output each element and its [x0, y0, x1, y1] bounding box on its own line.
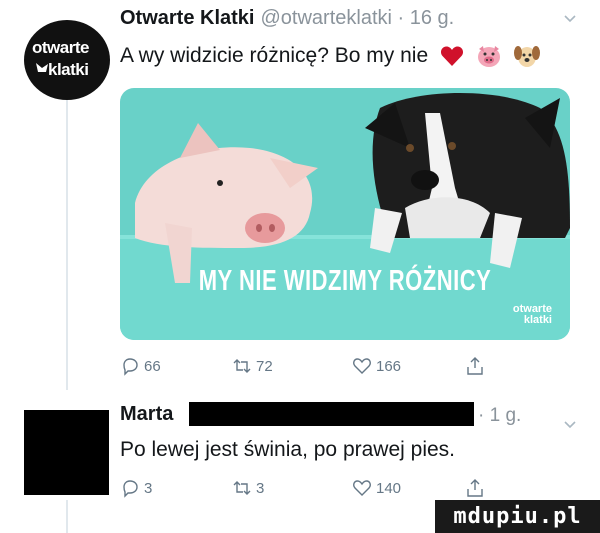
tweet-text-2: Po lewej jest świnia, po prawej pies.	[120, 438, 455, 461]
reply-count: 66	[144, 357, 161, 375]
media-logo: otwarte klatki	[513, 304, 552, 326]
media-illustration	[120, 93, 570, 340]
watermark: mdupiu.pl	[435, 500, 600, 533]
dog-face-emoji-icon	[513, 46, 540, 68]
reply-icon	[123, 480, 138, 498]
share-icon	[467, 357, 483, 375]
retweet-icon	[233, 359, 251, 373]
redacted-handle	[189, 402, 474, 426]
avatar-text-line2: klatki	[48, 60, 89, 79]
handle-time[interactable]: @otwarteklatki · 16 g.	[260, 7, 454, 29]
reply-button-2[interactable]: 3	[120, 478, 152, 498]
heart-emoji-icon	[440, 46, 463, 67]
author-name-2[interactable]: Marta	[120, 403, 173, 426]
like-button-2[interactable]: 140	[352, 478, 401, 498]
tweet-time-2[interactable]: · 1 g.	[478, 405, 521, 427]
retweet-count-2: 3	[256, 479, 265, 497]
like-button[interactable]: 166	[352, 356, 401, 376]
share-button-2[interactable]	[465, 478, 485, 498]
avatar-redacted[interactable]	[24, 410, 109, 495]
tweet-actions: 66 72 166	[120, 356, 520, 380]
chevron-down-icon[interactable]	[562, 10, 578, 26]
like-count: 166	[376, 357, 402, 375]
author-name[interactable]: Otwarte Klatki	[120, 7, 254, 29]
tweet-header: Otwarte Klatki @otwarteklatki · 16 g.	[120, 7, 454, 30]
reply-button[interactable]: 66	[120, 356, 161, 376]
thread-line-lower	[66, 500, 68, 533]
tweet-media-image[interactable]: MY NIE WIDZIMY RÓŻNICY otwarte klatki	[120, 88, 570, 340]
like-count-2: 140	[376, 479, 402, 497]
retweet-button-2[interactable]: 3	[232, 478, 264, 498]
heart-icon	[353, 358, 371, 374]
retweet-icon	[233, 481, 251, 495]
share-button[interactable]	[465, 356, 485, 376]
reply-icon	[123, 358, 138, 376]
chevron-down-icon-2[interactable]	[562, 416, 578, 432]
share-icon	[467, 479, 483, 497]
avatar-text-line1: otwarte	[32, 38, 89, 57]
tweet-actions-2: 3 3 140	[120, 478, 520, 502]
thread-line	[66, 100, 68, 390]
tweet-text: A wy widzicie różnicę? Bo my nie	[120, 44, 540, 68]
tweet-text-body: A wy widzicie różnicę? Bo my nie	[120, 44, 429, 67]
heart-icon	[353, 480, 371, 496]
retweet-count: 72	[256, 357, 273, 375]
reply-count-2: 3	[144, 479, 153, 497]
avatar[interactable]: otwarte klatki	[24, 20, 110, 100]
media-logo-line2: klatki	[523, 314, 552, 326]
pig-face-emoji-icon	[477, 46, 500, 68]
media-caption: MY NIE WIDZIMY RÓŻNICY	[198, 264, 492, 297]
retweet-button[interactable]: 72	[232, 356, 273, 376]
